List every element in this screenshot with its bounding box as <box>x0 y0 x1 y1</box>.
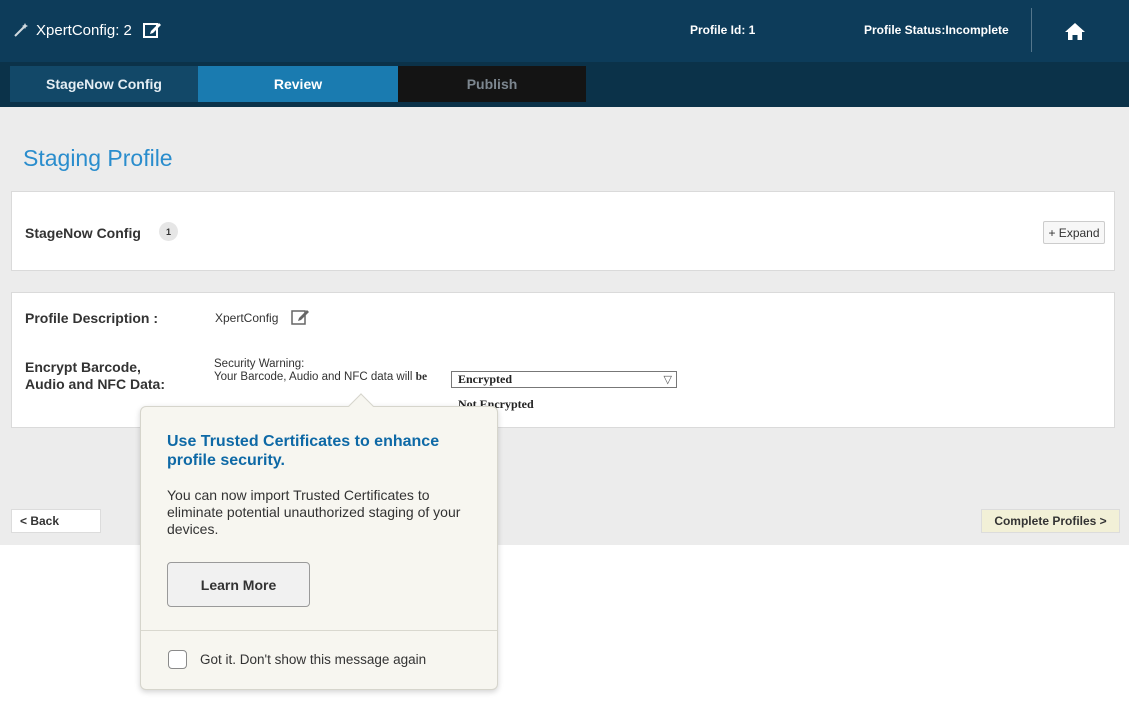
edit-icon[interactable] <box>290 307 310 327</box>
encryption-select[interactable]: Encrypted ▽ <box>451 371 677 388</box>
profile-status: Profile Status:Incomplete <box>864 23 1009 37</box>
step-stagenow-config[interactable]: StageNow Config <box>10 66 198 102</box>
home-button[interactable] <box>1058 18 1092 44</box>
security-warning: Security Warning: Your Barcode, Audio an… <box>214 358 427 384</box>
encrypt-label: Encrypt Barcode, Audio and NFC Data: <box>25 359 165 392</box>
magic-wand-icon <box>14 23 28 37</box>
trusted-certificates-popup: Use Trusted Certificates to enhance prof… <box>140 393 498 690</box>
profile-description-label: Profile Description : <box>25 310 159 326</box>
popup-title: Use Trusted Certificates to enhance prof… <box>167 433 440 469</box>
profile-id: Profile Id: 1 <box>690 23 756 37</box>
top-bar: XpertConfig: 2 Profile Id: 1 Profile Sta… <box>0 0 1129 62</box>
edit-icon[interactable] <box>142 20 162 40</box>
step-review[interactable]: Review <box>198 66 398 102</box>
profile-description-value: XpertConfig <box>215 311 279 325</box>
app-title-text: XpertConfig: 2 <box>36 21 132 39</box>
step-publish[interactable]: Publish <box>398 66 586 102</box>
encryption-selected: Encrypted <box>458 372 512 386</box>
security-warning-title: Security Warning: <box>214 358 305 370</box>
dont-show-again-label[interactable]: Got it. Don't show this message again <box>200 652 426 667</box>
section-label: StageNow Config <box>25 225 141 241</box>
popup-divider <box>141 630 497 631</box>
security-warning-text: Your Barcode, Audio and NFC data will be <box>214 371 428 383</box>
dropdown-arrow-icon: ▽ <box>663 374 672 386</box>
count-badge: 1 <box>159 222 178 241</box>
dont-show-again-checkbox[interactable] <box>168 650 187 669</box>
back-button[interactable]: < Back <box>11 509 101 533</box>
app-title: XpertConfig: 2 <box>12 20 162 40</box>
stagenow-config-section: StageNow Config 1 + Expand <box>11 191 1115 271</box>
learn-more-button[interactable]: Learn More <box>167 562 310 607</box>
popup-body: You can now import Trusted Certificates … <box>167 487 461 537</box>
page-title: Staging Profile <box>23 145 173 171</box>
home-icon <box>1065 23 1085 40</box>
stepper: StageNow Config Review Publish <box>0 62 1129 107</box>
complete-profiles-button[interactable]: Complete Profiles > <box>981 509 1120 533</box>
header-divider <box>1031 8 1032 52</box>
expand-button[interactable]: + Expand <box>1043 221 1105 244</box>
